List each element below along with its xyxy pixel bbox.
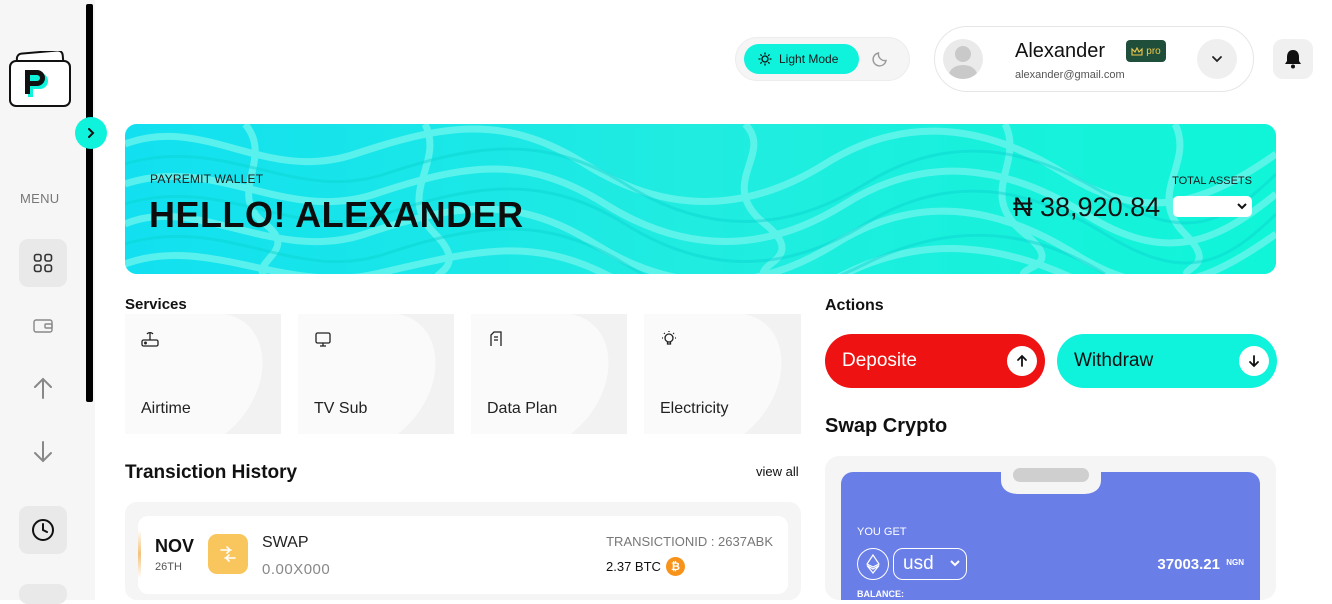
bulb-icon [662, 331, 676, 345]
arrow-down-icon [34, 441, 52, 463]
you-get-label: YOU GET [857, 526, 907, 538]
deposit-arrow [1007, 346, 1037, 376]
bell-icon [1285, 50, 1301, 69]
notifications-button[interactable] [1273, 39, 1313, 79]
profile-dropdown-button[interactable] [1197, 39, 1237, 79]
row-month: NOV [155, 536, 195, 556]
pro-badge: pro [1126, 40, 1166, 62]
actions-title: Actions [825, 297, 884, 314]
profile-card: Alexander pro alexander@gmail.com [934, 26, 1254, 92]
service-label: Airtime [141, 400, 191, 417]
crown-icon [1131, 46, 1143, 56]
bitcoin-icon: ₿ [666, 557, 685, 576]
sidebar: MENU [0, 0, 95, 604]
wallet-icon [33, 319, 53, 333]
banner-subtitle: PAYREMIT WALLET [150, 172, 264, 186]
arrow-down-icon [1249, 355, 1259, 368]
chevron-down-icon [1237, 203, 1247, 210]
service-tv-sub[interactable]: TV Sub [298, 314, 454, 434]
withdraw-label: Withdraw [1074, 350, 1154, 371]
withdraw-button[interactable]: Withdraw [1057, 334, 1277, 388]
chevron-down-icon [950, 560, 960, 567]
history-title: Transiction History [125, 462, 298, 483]
arrow-up-icon [34, 377, 52, 399]
user-icon [949, 46, 977, 79]
sidebar-scrollbar[interactable] [86, 4, 93, 402]
swap-currency-value: usd [903, 553, 934, 574]
sidebar-item-more[interactable] [19, 584, 67, 604]
swap-amount: 37003.21 [1157, 556, 1220, 573]
services-title: Services [125, 296, 187, 313]
deposit-button[interactable]: Deposite [825, 334, 1045, 388]
monitor-icon [315, 332, 331, 347]
moon-icon [872, 52, 887, 67]
row-accent [138, 530, 141, 578]
arrow-up-icon [1017, 354, 1027, 367]
row-amount: 0.00X000 [262, 561, 331, 578]
profile-email: alexander@gmail.com [1015, 69, 1125, 81]
row-txid: TRANSICTIONID : 2637ABK [606, 534, 773, 549]
swap-title: Swap Crypto [825, 415, 948, 437]
light-mode-button[interactable]: Light Mode [744, 44, 859, 74]
sidebar-item-dashboard[interactable] [19, 239, 67, 287]
banner-title: HELLO! ALEXANDER [149, 194, 524, 235]
service-electricity[interactable]: Electricity [644, 314, 801, 434]
sidebar-item-wallet[interactable] [19, 302, 67, 350]
service-label: TV Sub [314, 400, 368, 417]
swap-tx-icon-box [208, 534, 248, 574]
sidebar-item-receive[interactable] [19, 428, 67, 476]
clock-icon [32, 519, 54, 541]
grid-icon [33, 253, 53, 273]
swap-currency-select[interactable]: usd [893, 548, 967, 580]
avatar[interactable] [943, 39, 983, 79]
router-icon [141, 332, 159, 347]
service-data-plan[interactable]: Data Plan [471, 314, 627, 434]
row-type: SWAP [262, 534, 309, 551]
theme-toggle: Light Mode [735, 37, 910, 81]
view-all-link[interactable]: view all [756, 464, 799, 479]
service-label: Data Plan [487, 400, 558, 417]
swap-amount-unit: NGN [1226, 558, 1244, 567]
profile-name: Alexander [1015, 40, 1106, 62]
asset-currency-select[interactable] [1173, 196, 1252, 217]
row-day: 26TH [155, 561, 182, 573]
total-assets-label: TOTAL ASSETS [1172, 175, 1252, 187]
sim-icon [490, 331, 502, 346]
menu-label: MENU [20, 191, 60, 206]
withdraw-arrow [1239, 346, 1269, 376]
app-logo [8, 49, 71, 108]
chevron-down-icon [1212, 56, 1222, 63]
service-airtime[interactable]: Airtime [125, 314, 281, 434]
chevron-right-icon [88, 128, 95, 138]
deposit-label: Deposite [842, 350, 917, 371]
total-assets-amount: ₦ 38,920.84 [1013, 192, 1161, 222]
balance-label: BALANCE: [857, 589, 904, 599]
swap-card: YOU GET usd 37003.21 NGN BALANCE: [841, 468, 1260, 600]
pro-badge-label: pro [1146, 45, 1161, 57]
row-crypto-amount: 2.37 BTC [606, 559, 661, 574]
light-mode-label: Light Mode [779, 52, 839, 66]
dark-mode-button[interactable] [872, 49, 890, 72]
welcome-banner: PAYREMIT WALLET HELLO! ALEXANDER TOTAL A… [125, 124, 1276, 274]
ethereum-icon [857, 548, 889, 580]
swap-icon [220, 546, 236, 562]
sidebar-item-send[interactable] [19, 364, 67, 412]
sidebar-item-history[interactable] [19, 506, 67, 554]
swap-card-notch [1001, 468, 1101, 494]
expand-sidebar-button[interactable] [75, 117, 107, 149]
table-row[interactable]: NOV 26TH SWAP 0.00X000 TRANSICTIONID : 2… [138, 516, 788, 594]
service-label: Electricity [660, 400, 729, 417]
sun-icon [758, 52, 772, 66]
